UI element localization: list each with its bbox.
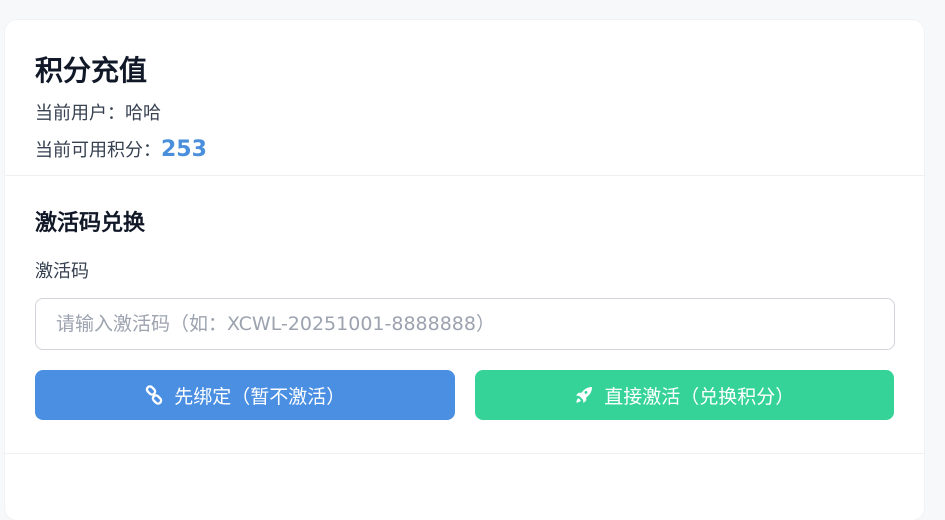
account-summary: 积分充值 当前用户：哈哈 当前可用积分：253	[5, 20, 924, 176]
current-user-name: 哈哈	[125, 103, 161, 124]
available-points-label: 当前可用积分：	[35, 140, 161, 161]
bind-only-button[interactable]: 先绑定（暂不激活）	[35, 370, 455, 420]
bind-only-button-label: 先绑定（暂不激活）	[174, 385, 346, 408]
activation-code-label: 激活码	[35, 261, 89, 282]
section-title: 激活码兑换	[35, 211, 146, 236]
activate-now-button[interactable]: 直接激活（兑换积分）	[474, 370, 894, 420]
available-points-value: 253	[161, 137, 207, 162]
available-points-line: 当前可用积分：253	[35, 138, 894, 163]
activation-code-section: 激活码兑换 激活码 先绑定（暂不激活）	[5, 176, 924, 454]
rocket-icon	[574, 385, 594, 405]
recharge-card: 积分充值 当前用户：哈哈 当前可用积分：253 激活码兑换 激活码 请输入激活码…	[5, 20, 924, 520]
page-title: 积分充值	[35, 54, 148, 87]
action-buttons: 先绑定（暂不激活） 直接激活（兑换积分）	[35, 370, 894, 420]
current-user-label: 当前用户：	[35, 103, 125, 124]
current-user-line: 当前用户：哈哈	[35, 102, 894, 126]
link-icon	[144, 385, 164, 405]
activation-code-input[interactable]	[35, 298, 895, 350]
activate-now-button-label: 直接激活（兑换积分）	[604, 385, 795, 408]
